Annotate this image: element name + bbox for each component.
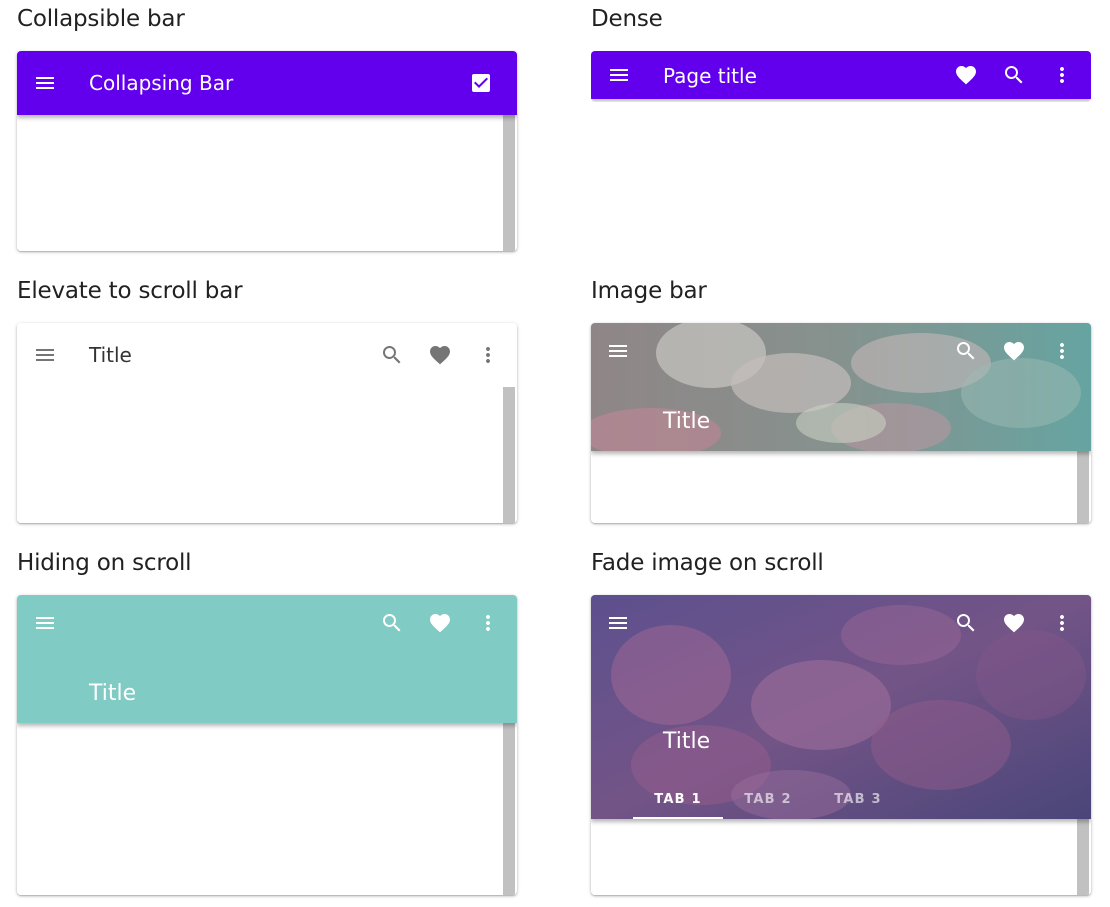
top-app-bar: Title bbox=[17, 323, 517, 387]
hiding-bar-demo: Title bbox=[17, 595, 517, 895]
menu-icon[interactable] bbox=[603, 59, 635, 91]
app-bar-title: Page title bbox=[663, 64, 757, 88]
checkbox-checked-icon[interactable] bbox=[465, 67, 497, 99]
search-icon[interactable] bbox=[376, 607, 408, 639]
heart-icon[interactable] bbox=[424, 339, 456, 371]
scrollbar[interactable] bbox=[1077, 451, 1089, 523]
hiding-bar-section: Hiding on scroll Title bbox=[17, 544, 517, 895]
section-heading: Hiding on scroll bbox=[17, 550, 192, 576]
search-icon[interactable] bbox=[950, 607, 982, 639]
section-heading: Elevate to scroll bar bbox=[17, 278, 243, 304]
scrollbar[interactable] bbox=[503, 723, 515, 895]
top-app-bar: Collapsing Bar bbox=[17, 51, 517, 115]
tab-3[interactable]: TAB 3 bbox=[813, 779, 903, 819]
tab-1[interactable]: TAB 1 bbox=[633, 779, 723, 819]
elevate-bar-section: Elevate to scroll bar Title bbox=[17, 272, 517, 523]
scroll-content[interactable] bbox=[17, 723, 517, 895]
more-vert-icon[interactable] bbox=[472, 339, 504, 371]
dense-bar-section: Dense Page title bbox=[591, 0, 1091, 99]
dense-bar-demo: Page title bbox=[591, 51, 1091, 102]
app-bar-title: Title bbox=[89, 681, 137, 706]
heart-icon[interactable] bbox=[950, 59, 982, 91]
elevate-bar-demo: Title bbox=[17, 323, 517, 523]
scroll-content[interactable] bbox=[17, 387, 517, 523]
search-icon[interactable] bbox=[998, 59, 1030, 91]
app-bar-title: Title bbox=[89, 343, 132, 367]
section-heading: Dense bbox=[591, 6, 663, 32]
collapsible-bar-section: Collapsible bar Collapsing Bar bbox=[17, 0, 517, 251]
scroll-content[interactable] bbox=[591, 819, 1091, 895]
fade-image-bar-demo: Title TAB 1 TAB 2 TAB 3 bbox=[591, 595, 1091, 895]
more-vert-icon[interactable] bbox=[1046, 335, 1078, 367]
image-app-bar: Title bbox=[591, 323, 1091, 451]
section-heading: Collapsible bar bbox=[17, 6, 185, 32]
scrollbar[interactable] bbox=[503, 115, 515, 251]
menu-icon[interactable] bbox=[29, 339, 61, 371]
app-bar-title: Collapsing Bar bbox=[89, 71, 234, 95]
more-vert-icon[interactable] bbox=[1046, 59, 1078, 91]
fade-image-app-bar: Title TAB 1 TAB 2 TAB 3 bbox=[591, 595, 1091, 819]
scrollbar[interactable] bbox=[503, 387, 515, 523]
more-vert-icon[interactable] bbox=[1046, 607, 1078, 639]
tab-2[interactable]: TAB 2 bbox=[723, 779, 813, 819]
more-vert-icon[interactable] bbox=[472, 607, 504, 639]
heart-icon[interactable] bbox=[998, 335, 1030, 367]
search-icon[interactable] bbox=[376, 339, 408, 371]
scrollbar[interactable] bbox=[1077, 819, 1089, 895]
app-bar-title: Title bbox=[663, 409, 711, 434]
tab-bar: TAB 1 TAB 2 TAB 3 bbox=[633, 779, 903, 819]
image-bar-demo: Title bbox=[591, 323, 1091, 523]
menu-icon[interactable] bbox=[29, 607, 61, 639]
menu-icon[interactable] bbox=[602, 335, 634, 367]
image-bar-section: Image bar Title bbox=[591, 272, 1091, 523]
fade-image-bar-section: Fade image on scroll Title TAB 1 TAB 2 T… bbox=[591, 544, 1091, 895]
search-icon[interactable] bbox=[950, 335, 982, 367]
scroll-content[interactable] bbox=[591, 451, 1091, 523]
app-bar-title: Title bbox=[663, 729, 711, 754]
heart-icon[interactable] bbox=[998, 607, 1030, 639]
heart-icon[interactable] bbox=[424, 607, 456, 639]
menu-icon[interactable] bbox=[602, 607, 634, 639]
top-app-bar: Title bbox=[17, 595, 517, 723]
collapsible-bar-demo: Collapsing Bar bbox=[17, 51, 517, 251]
dense-app-bar: Page title bbox=[591, 51, 1091, 99]
menu-icon[interactable] bbox=[29, 67, 61, 99]
section-heading: Image bar bbox=[591, 278, 707, 304]
section-heading: Fade image on scroll bbox=[591, 550, 824, 576]
scroll-content[interactable] bbox=[17, 115, 517, 251]
